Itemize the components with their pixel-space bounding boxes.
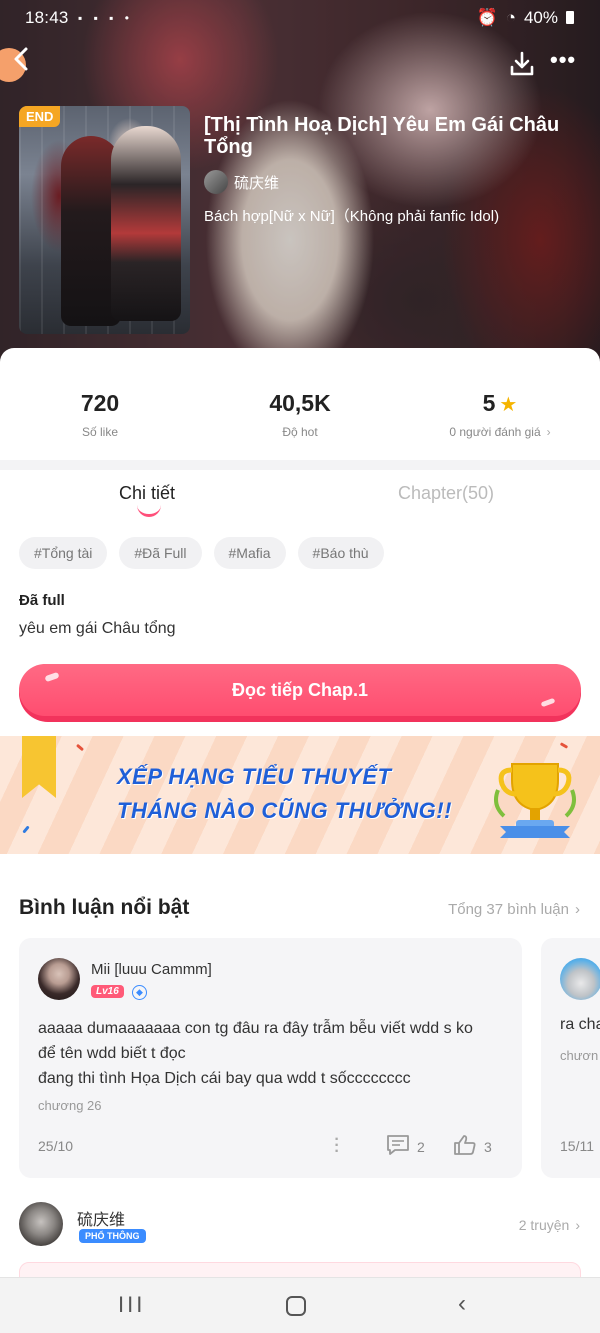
comment-line: để tên wdd biết t đọc — [38, 1045, 186, 1062]
continue-reading-button[interactable]: Đọc tiếp Chap.1 — [19, 664, 581, 722]
alarm-icon: ⏰ — [476, 8, 498, 27]
stat-hot-value: 40,5K — [269, 390, 331, 416]
comment-card[interactable]: ra cha chươn 15/11 — [541, 938, 600, 1178]
download-icon[interactable] — [508, 50, 536, 78]
chevron-right-icon: › — [575, 1217, 580, 1233]
novel-detail-page: { "status_bar": {"time":"18:43","battery… — [0, 0, 600, 1333]
tag-chip[interactable]: #Đã Full — [119, 537, 202, 569]
status-label: Đã full — [19, 592, 65, 609]
confetti-decoration — [22, 825, 30, 834]
system-nav-bar: III ‹ — [0, 1277, 600, 1333]
novel-author[interactable]: 硫庆维 — [204, 170, 279, 194]
like-count: 3 — [484, 1138, 492, 1155]
top-bar: ••• — [0, 38, 600, 88]
stat-hot-label: Độ hot — [282, 425, 318, 439]
battery-icon — [566, 11, 574, 24]
novel-cover-image: END — [19, 106, 190, 334]
tag-chip[interactable]: #Mafia — [213, 537, 286, 569]
stat-hot: 40,5K Độ hot — [200, 390, 400, 439]
author-avatar — [204, 170, 228, 194]
status-time: 18:43 — [25, 8, 69, 27]
tag-chip[interactable]: #Báo thù — [297, 537, 384, 569]
commenter-avatar[interactable] — [560, 958, 600, 1000]
cover-figure-right — [111, 126, 181, 321]
bookmark-ribbon-icon — [22, 736, 56, 798]
status-bar: 18:43 ▪ ▪ ▪ • ⏰ ◔ 40% — [0, 0, 600, 36]
battery-percent: 40% — [523, 8, 558, 27]
section-divider — [0, 460, 600, 470]
stat-rating-value: 5 — [482, 390, 496, 416]
novel-description: yêu em gái Châu tổng — [19, 620, 176, 637]
comment-chapter: chươn — [560, 1048, 599, 1063]
stats-card: 720 Số like 40,5K Độ hot 5 ★ 0 người đánh… — [0, 348, 600, 460]
stat-likes-value: 720 — [80, 390, 120, 416]
ranking-banner[interactable]: XẾP HẠNG TIỂU THUYẾT THÁNG NÀO CŨNG THƯỞ… — [0, 736, 600, 854]
like-button[interactable]: 3 — [453, 1134, 492, 1159]
home-icon[interactable] — [286, 1296, 306, 1316]
reply-count: 2 — [417, 1138, 425, 1155]
comments-total-link[interactable]: Tổng 37 bình luận › — [448, 901, 580, 918]
tab-chapters[interactable]: Chapter(50) — [398, 483, 494, 504]
author-badge: PHỔ THÔNG — [79, 1229, 146, 1243]
tag-list: #Tổng tài #Đã Full #Mafia #Báo thù — [19, 537, 384, 569]
more-options-icon[interactable]: ••• — [550, 49, 580, 71]
back-arrow-icon[interactable] — [8, 44, 42, 78]
reply-button[interactable]: 2 — [386, 1134, 425, 1159]
continue-reading-label: Đọc tiếp Chap.1 — [19, 664, 581, 716]
comment-line: đang thi tình Họa Dịch cái bay qua wdd t… — [38, 1070, 411, 1087]
active-tab-indicator — [137, 505, 161, 517]
comment-date: 15/11 — [560, 1138, 594, 1154]
novel-title: [Thị Tình Hoạ Dịch] Yêu Em Gái Châu Tổng — [204, 114, 560, 158]
thumbs-up-icon — [453, 1134, 477, 1159]
comment-text: aaaaa dumaaaaaaa con tg đâu ra đây trẫm … — [38, 1016, 508, 1091]
banner-line-2: THÁNG NÀO CŨNG THƯỞNG!! — [117, 798, 452, 823]
chevron-right-icon: › — [546, 425, 551, 439]
author-books-count: 2 truyện — [518, 1217, 570, 1233]
author-avatar[interactable] — [19, 1202, 63, 1246]
vertical-more-icon[interactable]: · · · — [333, 1132, 341, 1160]
comment-line: aaaaa dumaaaaaaa con tg đâu ra đây trẫm … — [38, 1020, 473, 1037]
author-name: 硫庆维 — [77, 1212, 126, 1229]
stat-rating-label: 0 người đánh giá — [449, 425, 541, 439]
comment-chapter: chương 26 — [38, 1098, 102, 1113]
trophy-icon — [490, 750, 580, 845]
comment-bubble-icon — [386, 1134, 410, 1159]
confetti-decoration — [559, 742, 569, 749]
commenter-name: Mii [luuu Cammm] — [91, 961, 212, 978]
comment-card[interactable]: Mii [luuu Cammm] Lv16 ◆ aaaaa dumaaaaaaa… — [19, 938, 522, 1178]
star-icon: ★ — [499, 394, 518, 416]
wifi-icon: ◔ — [505, 8, 516, 27]
novel-genre: Bách hợp[Nữ x Nữ]（Không phải fanfic Idol… — [204, 208, 500, 225]
commenter-avatar[interactable] — [38, 958, 80, 1000]
comment-date: 25/10 — [38, 1138, 74, 1154]
level-badge: Lv16 — [91, 985, 124, 998]
author-books-link[interactable]: 2 truyện › — [519, 1217, 580, 1233]
author-name: 硫庆维 — [234, 174, 280, 192]
comments-title: Bình luận nổi bật — [19, 896, 190, 919]
end-badge: END — [19, 106, 61, 127]
banner-line-1: XẾP HẠNG TIỂU THUYẾT — [117, 764, 392, 789]
notification-icons: ▪ ▪ ▪ • — [78, 11, 133, 25]
stat-likes-label: Số like — [81, 425, 119, 439]
confetti-decoration — [75, 743, 85, 752]
recent-apps-icon[interactable]: III — [118, 1292, 145, 1318]
tab-details[interactable]: Chi tiết — [119, 483, 175, 504]
stat-rating[interactable]: 5 ★ 0 người đánh giá › — [400, 390, 600, 439]
nav-back-icon[interactable]: ‹ — [458, 1290, 466, 1318]
comments-total: Tổng 37 bình luận — [448, 901, 569, 918]
tag-chip[interactable]: #Tổng tài — [19, 537, 108, 569]
comment-text: ra cha — [560, 1016, 600, 1033]
stat-likes: 720 Số like — [0, 390, 200, 439]
status-right: ⏰ ◔ 40% — [469, 8, 574, 28]
water-drop-badge-icon: ◆ — [132, 985, 147, 1000]
chevron-right-icon: › — [575, 901, 580, 918]
